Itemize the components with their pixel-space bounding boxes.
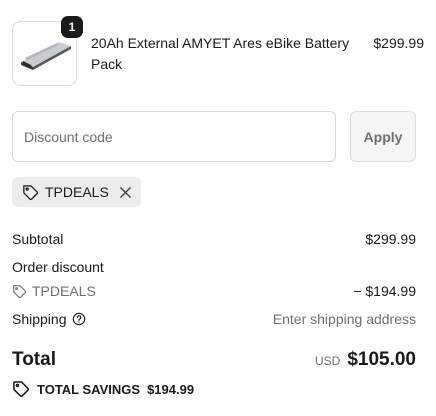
savings-value: $194.99 [147, 381, 195, 397]
discount-amount: − $194.99 [353, 283, 416, 299]
product-name: 20Ah External AMYET Ares eBike Battery P… [91, 35, 350, 72]
applied-discount-tag: TPDEALS [12, 177, 141, 207]
total-row: Total USD $105.00 [12, 349, 416, 371]
tag-icon [23, 184, 39, 200]
order-discount-label: Order discount [12, 259, 104, 275]
discount-detail-row: TPDEALS − $194.99 [12, 281, 416, 301]
currency-code: USD [314, 354, 341, 368]
product-price: $299.99 [373, 35, 424, 51]
shipping-value: Enter shipping address [272, 311, 416, 327]
info-icon[interactable] [72, 312, 86, 326]
discount-code-input[interactable] [12, 111, 336, 162]
apply-button[interactable]: Apply [350, 111, 416, 162]
battery-pack-image [21, 42, 71, 70]
subtotal-row: Subtotal $299.99 [12, 229, 416, 249]
total-savings: TOTAL SAVINGS $194.99 [12, 380, 194, 398]
order-discount-row: Order discount [12, 257, 416, 277]
subtotal-label: Subtotal [12, 231, 64, 247]
remove-discount-button[interactable] [119, 186, 132, 199]
line-item: 1 20Ah External AMYET Ares eBike Battery… [12, 16, 424, 87]
shipping-row: Shipping Enter shipping address [12, 309, 416, 329]
tag-icon [13, 381, 30, 398]
savings-label: TOTAL SAVINGS [37, 381, 141, 397]
total-value: $105.00 [347, 349, 416, 370]
subtotal-value: $299.99 [365, 231, 416, 247]
discount-code-label: TPDEALS [32, 283, 96, 299]
tag-icon [13, 284, 27, 298]
quantity-badge: 1 [61, 16, 83, 38]
total-label: Total [12, 349, 56, 370]
applied-discount-code: TPDEALS [45, 184, 109, 200]
close-icon [119, 186, 131, 198]
shipping-label: Shipping [12, 311, 67, 327]
